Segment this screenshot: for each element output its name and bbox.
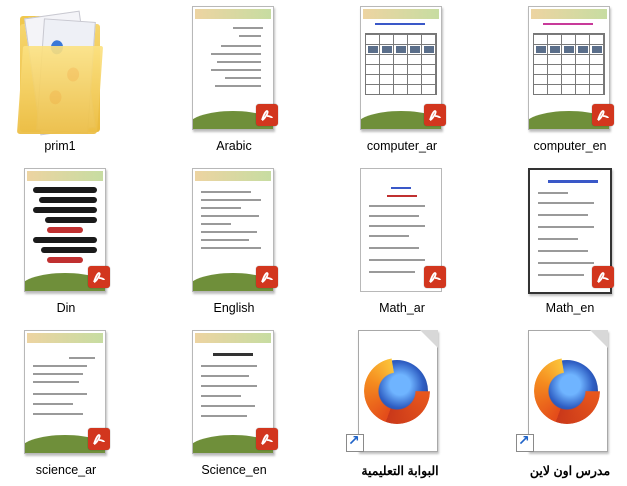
shortcut-arrow-icon bbox=[346, 433, 364, 452]
pdf-icon bbox=[592, 266, 614, 288]
file-item-science-en[interactable]: Science_en bbox=[164, 326, 304, 486]
document-thumbnail bbox=[528, 6, 614, 138]
pdf-icon bbox=[256, 266, 278, 288]
file-name: Math_en bbox=[545, 301, 595, 315]
document-thumbnail bbox=[360, 168, 446, 300]
pdf-icon bbox=[256, 428, 278, 450]
shortcut-arrow-icon bbox=[516, 433, 534, 452]
file-name: English bbox=[213, 301, 255, 315]
file-name: prim1 bbox=[44, 139, 76, 153]
document-thumbnail bbox=[24, 168, 110, 300]
document-thumbnail bbox=[192, 330, 278, 462]
file-name: مدرس اون لاين bbox=[529, 464, 611, 478]
folder-icon bbox=[16, 6, 104, 138]
file-item-computer-en[interactable]: computer_en bbox=[500, 2, 627, 162]
pdf-icon bbox=[88, 428, 110, 450]
file-name: Science_en bbox=[201, 463, 267, 477]
firefox-icon bbox=[516, 330, 612, 462]
document-thumbnail bbox=[528, 168, 614, 300]
file-item-educational-portal[interactable]: البوابة التعليمية bbox=[330, 326, 470, 486]
document-thumbnail bbox=[360, 6, 446, 138]
file-item-din[interactable]: Din bbox=[0, 164, 136, 324]
pdf-icon bbox=[88, 266, 110, 288]
file-name: البوابة التعليمية bbox=[361, 464, 439, 478]
file-name: Arabic bbox=[216, 139, 252, 153]
file-name: Din bbox=[56, 301, 76, 315]
file-item-math-en[interactable]: Math_en bbox=[500, 164, 627, 324]
file-item-english[interactable]: English bbox=[164, 164, 304, 324]
file-name: computer_ar bbox=[366, 139, 438, 153]
firefox-icon bbox=[346, 330, 442, 462]
file-name: Math_ar bbox=[379, 301, 425, 315]
file-item-computer-ar[interactable]: computer_ar bbox=[332, 2, 472, 162]
document-thumbnail bbox=[24, 330, 110, 462]
file-name: science_ar bbox=[35, 463, 97, 477]
file-item-prim1[interactable]: prim1 bbox=[0, 2, 130, 162]
file-item-math-ar[interactable]: Math_ar bbox=[332, 164, 472, 324]
document-thumbnail bbox=[192, 6, 278, 138]
document-thumbnail bbox=[192, 168, 278, 300]
file-name: computer_en bbox=[533, 139, 607, 153]
pdf-icon bbox=[256, 104, 278, 126]
file-item-arabic[interactable]: Arabic bbox=[164, 2, 304, 162]
file-item-science-ar[interactable]: science_ar bbox=[0, 326, 136, 486]
pdf-icon bbox=[424, 266, 446, 288]
file-item-online-teacher[interactable]: مدرس اون لاين bbox=[500, 326, 627, 486]
pdf-icon bbox=[424, 104, 446, 126]
pdf-icon bbox=[592, 104, 614, 126]
